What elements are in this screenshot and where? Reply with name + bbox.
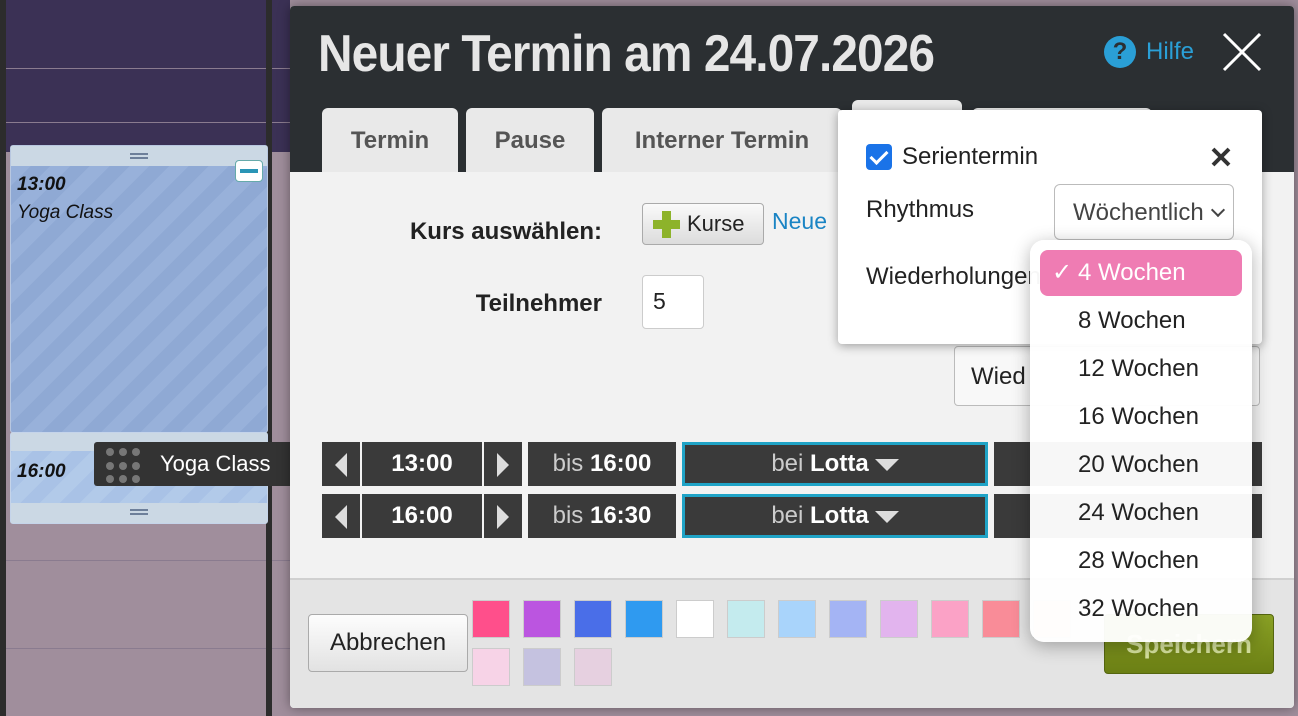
chevron-down-icon: [1210, 202, 1226, 218]
option-label: 8 Wochen: [1078, 307, 1186, 334]
time-prev-button[interactable]: [322, 494, 360, 538]
collapse-icon[interactable]: [235, 160, 263, 182]
dialog-title: Neuer Termin am 24.07.2026: [318, 25, 935, 83]
option-label: 16 Wochen: [1078, 403, 1199, 430]
kurs-label: Kurs auswählen:: [409, 218, 602, 245]
color-swatch[interactable]: [829, 600, 867, 638]
chevron-left-icon: [335, 452, 347, 477]
dropdown-option[interactable]: ✓ 4 Wochen: [1040, 250, 1242, 296]
dropdown-option[interactable]: 28 Wochen: [1040, 538, 1242, 584]
cancel-button[interactable]: Abbrechen: [308, 614, 468, 672]
rhythmus-label: Rhythmus: [866, 196, 975, 223]
staff-select[interactable]: bei Lotta: [682, 442, 988, 486]
dropdown-option[interactable]: 12 Wochen: [1040, 346, 1242, 392]
drag-label: Yoga Class: [160, 451, 271, 476]
calendar-column-divider: [0, 0, 6, 716]
color-swatch[interactable]: [472, 648, 510, 686]
option-label: 28 Wochen: [1078, 547, 1199, 574]
bis-prefix: bis: [552, 450, 584, 477]
calendar-header-area: [0, 0, 290, 152]
color-swatch[interactable]: [574, 600, 612, 638]
end-time: 16:00: [589, 450, 652, 477]
start-time[interactable]: 16:00: [362, 494, 482, 538]
color-swatch[interactable]: [574, 648, 612, 686]
end-time: 16:30: [589, 502, 652, 529]
bei-prefix: bei: [771, 450, 804, 477]
calendar-gridline: [0, 560, 290, 561]
kurse-button-label: Kurse: [687, 211, 745, 236]
staff-name: Lotta: [810, 450, 869, 477]
tab-interner-termin[interactable]: Interner Termin: [602, 108, 842, 172]
option-label: 4 Wochen: [1078, 259, 1186, 286]
option-label: 20 Wochen: [1078, 451, 1199, 478]
chevron-right-icon: [497, 504, 509, 529]
chevron-left-icon: [335, 504, 347, 529]
option-label: 12 Wochen: [1078, 355, 1199, 382]
calendar-gridline: [0, 648, 290, 649]
calendar-gridline: [0, 122, 290, 123]
resize-grip-icon: [130, 509, 148, 515]
question-icon: ?: [1104, 36, 1136, 68]
plus-icon: [651, 209, 681, 239]
color-swatch[interactable]: [982, 600, 1020, 638]
caret-down-icon: [874, 458, 899, 471]
calendar-gridline: [0, 68, 290, 69]
color-swatch[interactable]: [472, 600, 510, 638]
chevron-right-icon: [497, 452, 509, 477]
tab-pause[interactable]: Pause: [466, 108, 594, 172]
time-next-button[interactable]: [484, 442, 522, 486]
time-next-button[interactable]: [484, 494, 522, 538]
dropdown-option[interactable]: 8 Wochen: [1040, 298, 1242, 344]
resize-grip-icon: [130, 153, 148, 159]
event-time: 13:00: [17, 174, 66, 195]
option-label: 24 Wochen: [1078, 499, 1199, 526]
bis-prefix: bis: [552, 502, 584, 529]
rhythmus-select[interactable]: Wöchentlich: [1054, 184, 1234, 240]
drag-handle-tooltip[interactable]: Yoga Class: [94, 442, 316, 486]
neue-link[interactable]: Neue: [772, 208, 827, 235]
color-swatch[interactable]: [625, 600, 663, 638]
teilnehmer-label: Teilnehmer: [475, 290, 602, 317]
color-swatch[interactable]: [778, 600, 816, 638]
help-link[interactable]: ? Hilfe: [1104, 36, 1194, 68]
tab-termin[interactable]: Termin: [322, 108, 458, 172]
color-swatch[interactable]: [523, 600, 561, 638]
end-time-button[interactable]: bis 16:30: [528, 494, 676, 538]
color-swatch[interactable]: [880, 600, 918, 638]
staff-select[interactable]: bei Lotta: [682, 494, 988, 538]
drag-dots-icon: [106, 448, 142, 484]
serientermin-label: Serientermin: [902, 143, 1039, 170]
color-swatch[interactable]: [676, 600, 714, 638]
bei-prefix: bei: [771, 502, 804, 529]
end-time-button[interactable]: bis 16:00: [528, 442, 676, 486]
time-prev-button[interactable]: [322, 442, 360, 486]
wiederholungen-dropdown[interactable]: ✓ 4 Wochen 8 Wochen 12 Wochen 16 Wochen 20 Wo…: [1030, 240, 1252, 642]
dropdown-option[interactable]: 32 Wochen: [1040, 586, 1242, 632]
help-label: Hilfe: [1146, 38, 1195, 65]
wiederholungen-label: Wiederholungen: [866, 263, 1041, 290]
staff-name: Lotta: [810, 502, 869, 529]
kurse-button[interactable]: Kurse: [642, 203, 764, 245]
dropdown-option[interactable]: 16 Wochen: [1040, 394, 1242, 440]
teilnehmer-input[interactable]: 5: [642, 275, 704, 329]
dropdown-option[interactable]: 24 Wochen: [1040, 490, 1242, 536]
start-time[interactable]: 13:00: [362, 442, 482, 486]
color-swatch[interactable]: [931, 600, 969, 638]
event-time: 16:00: [17, 461, 66, 482]
rhythmus-value: Wöchentlich: [1073, 199, 1204, 226]
color-swatch[interactable]: [727, 600, 765, 638]
checkmark-icon: ✓: [1052, 259, 1073, 286]
event-title: Yoga Class: [17, 202, 114, 223]
option-label: 32 Wochen: [1078, 595, 1199, 622]
close-icon[interactable]: [1220, 30, 1264, 74]
color-swatch[interactable]: [523, 648, 561, 686]
dropdown-option[interactable]: 20 Wochen: [1040, 442, 1242, 488]
calendar-event-yoga[interactable]: 13:00 Yoga Class: [10, 145, 268, 433]
serientermin-checkbox[interactable]: [866, 144, 892, 170]
caret-down-icon: [874, 510, 899, 523]
close-icon[interactable]: [1208, 144, 1234, 170]
